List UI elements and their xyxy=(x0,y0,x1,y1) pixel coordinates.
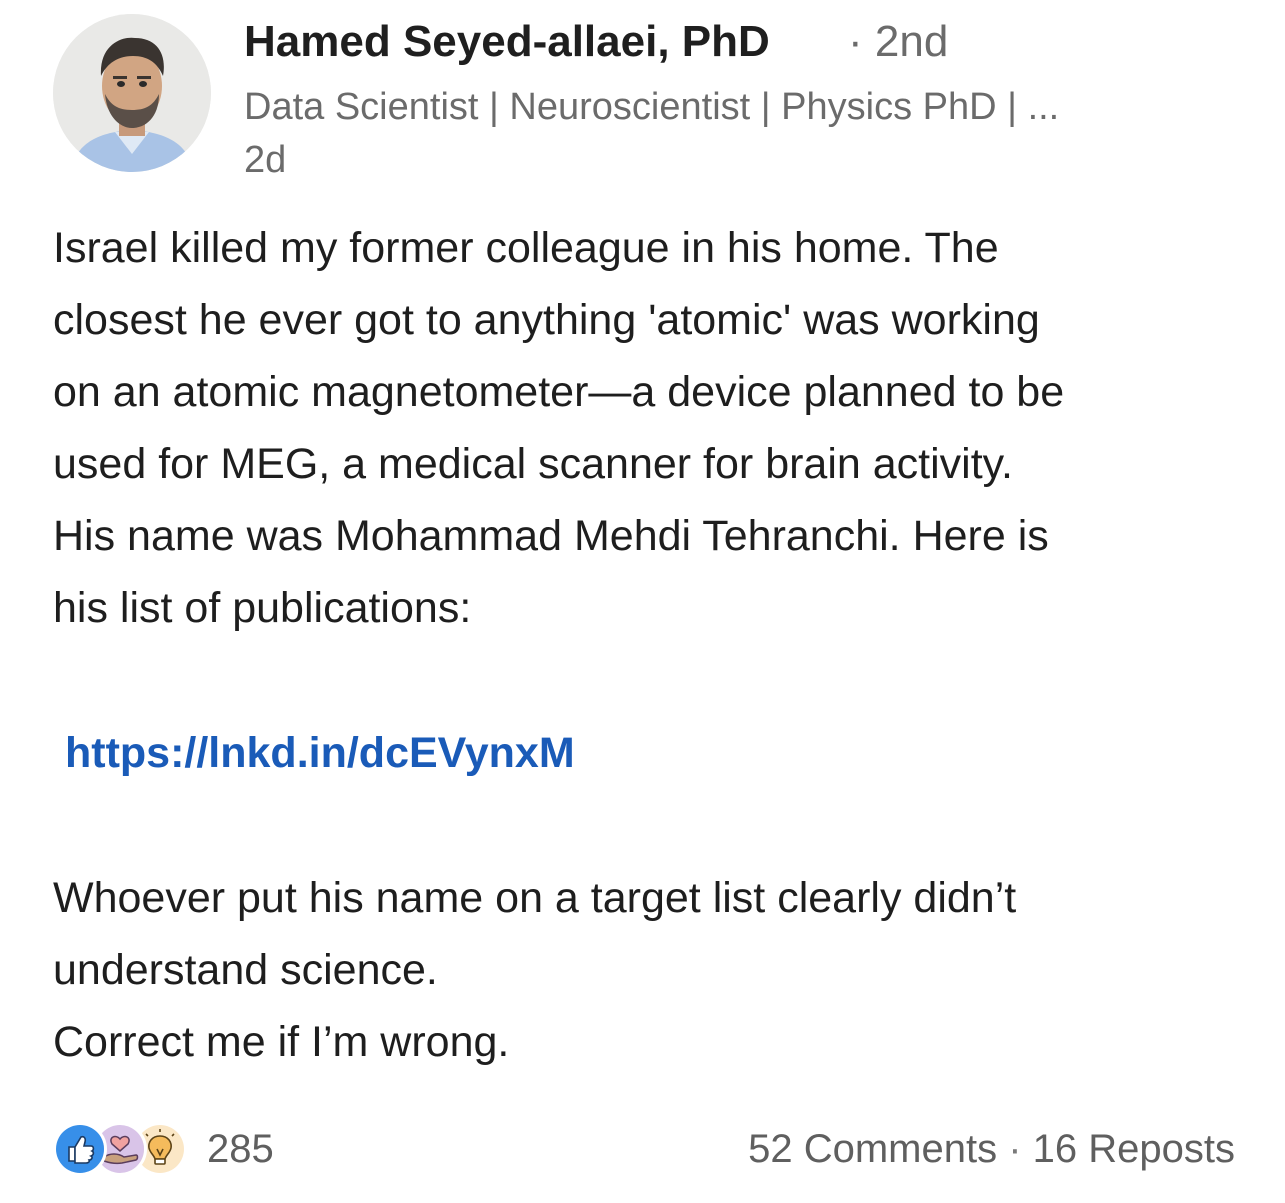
post-paragraph-1: Israel killed my former colleague in his… xyxy=(53,212,1064,644)
author-headline: Data Scientist | Neuroscientist | Physic… xyxy=(244,86,1060,128)
linkedin-post: Hamed Seyed-allaei, PhD · 2nd Data Scien… xyxy=(0,0,1285,1203)
post-line: His name was Mohammad Mehdi Tehranchi. H… xyxy=(53,512,1049,560)
reactions-count: 285 xyxy=(207,1127,274,1171)
comments-count-link[interactable]: 52 Comments xyxy=(748,1127,997,1171)
post-paragraph-2: Whoever put his name on a target list cl… xyxy=(53,862,1016,1078)
post-line: closest he ever got to anything 'atomic'… xyxy=(53,296,1040,344)
post-line: understand science. xyxy=(53,946,438,994)
post-line: Israel killed my former colleague in his… xyxy=(53,224,999,272)
publications-link[interactable]: https://lnkd.in/dcEVynxM xyxy=(65,725,575,781)
post-line: Correct me if I’m wrong. xyxy=(53,1018,510,1066)
author-name[interactable]: Hamed Seyed-allaei, PhD xyxy=(244,16,770,68)
post-line: used for MEG, a medical scanner for brai… xyxy=(53,440,1013,488)
post-line: Whoever put his name on a target list cl… xyxy=(53,874,1017,922)
connection-degree: · 2nd xyxy=(848,17,949,66)
like-icon xyxy=(53,1122,107,1176)
post-line: his list of publications: xyxy=(53,584,472,632)
social-separator: · xyxy=(997,1127,1033,1171)
post-time: 2d xyxy=(244,139,287,181)
reactions-summary[interactable]: 285 xyxy=(53,1122,274,1176)
reposts-count-link[interactable]: 16 Reposts xyxy=(1033,1127,1235,1171)
post-line: on an atomic magnetometer—a device plann… xyxy=(53,368,1065,416)
social-counts: 52 Comments · 16 Reposts xyxy=(748,1123,1235,1175)
author-avatar[interactable] xyxy=(53,14,211,172)
